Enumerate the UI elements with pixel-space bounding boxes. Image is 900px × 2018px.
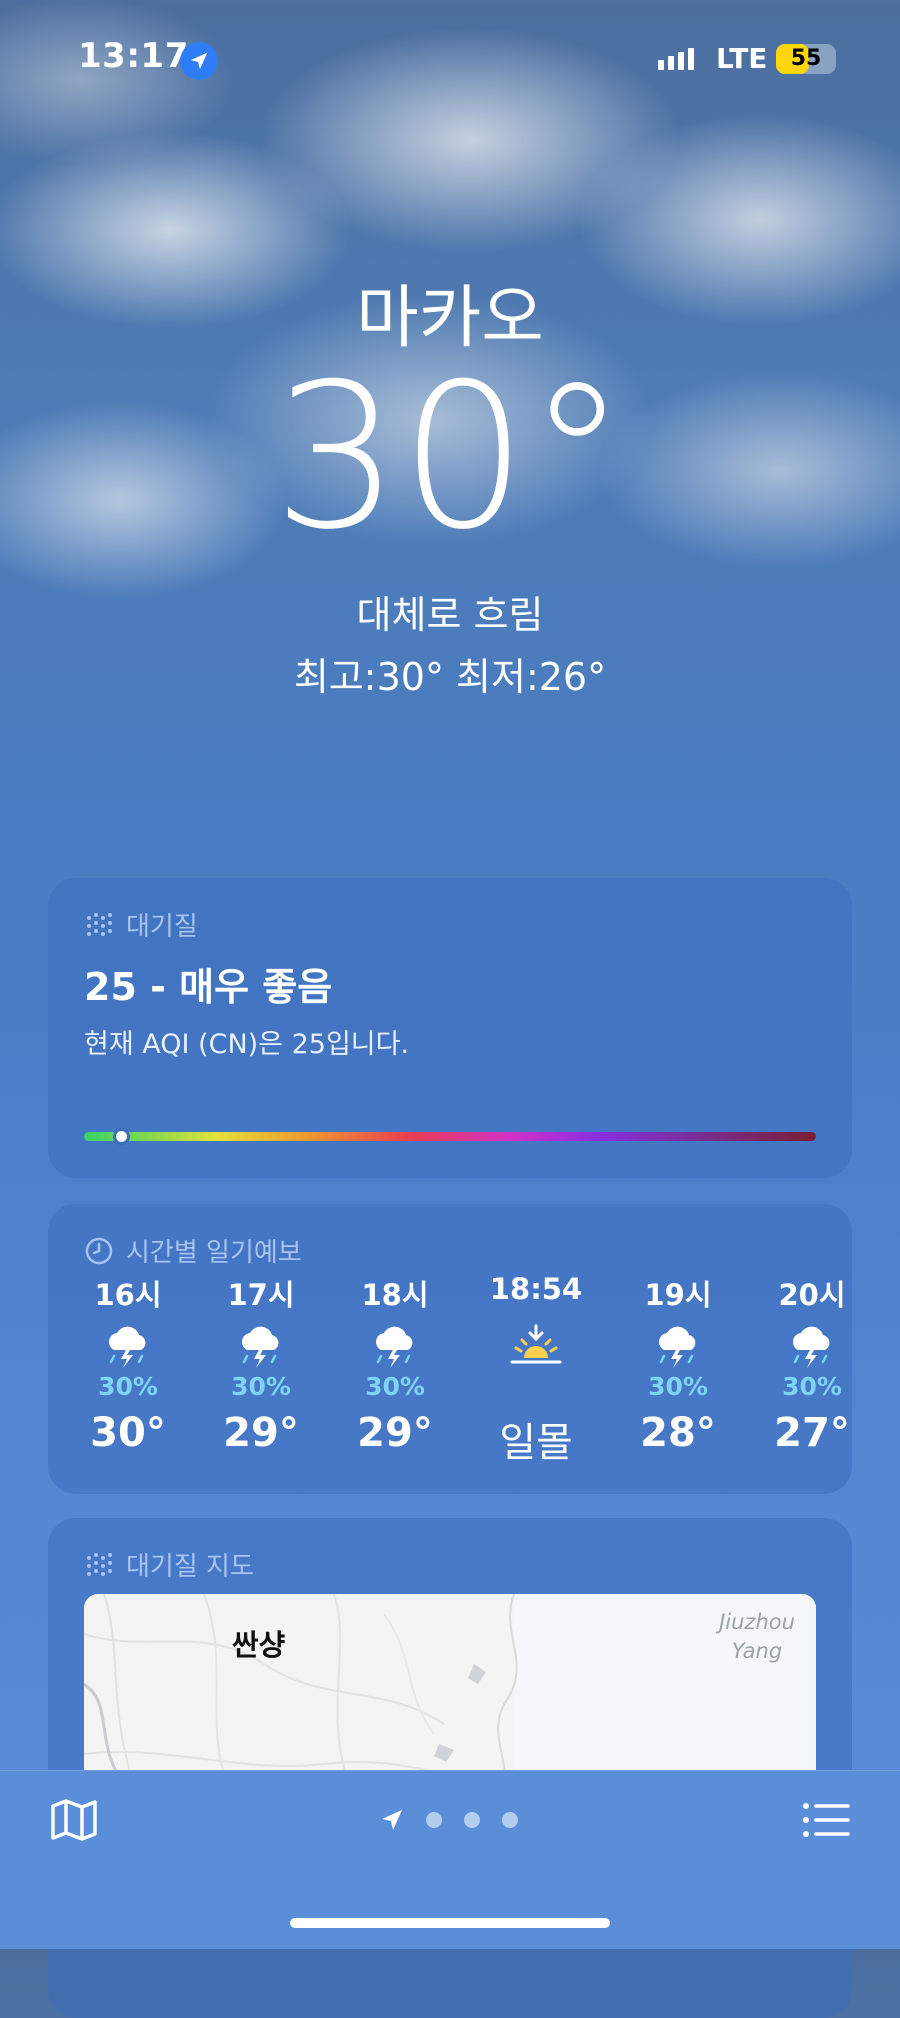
weather-condition: 대체로 흐림 [356, 593, 544, 637]
sunset-icon [476, 1320, 596, 1372]
hour-temperature: 29° [357, 1410, 433, 1456]
aqi-scale-indicator [112, 1128, 130, 1145]
air-quality-header: 대기질 [84, 906, 198, 943]
aqi-scale-bar [84, 1128, 816, 1145]
precipitation-chance [476, 1372, 596, 1406]
current-location-page-icon[interactable] [380, 1808, 404, 1836]
thunderstorm-icon [335, 1320, 455, 1372]
precipitation-chance: 30% [782, 1372, 842, 1401]
precipitation-chance: 30% [98, 1372, 158, 1401]
cellular-signal-icon [658, 48, 694, 70]
page-dot[interactable] [464, 1812, 480, 1828]
hour-temperature: 28° [640, 1410, 716, 1456]
battery-icon: 55 [776, 44, 836, 74]
air-quality-header-label: 대기질 [126, 912, 198, 942]
status-time: 13:17 [78, 36, 189, 76]
map-icon[interactable] [50, 1798, 98, 1846]
hour-temperature: 일몰 [499, 1420, 573, 1466]
hour-time: 20시 [778, 1278, 846, 1312]
precipitation-chance: 30% [648, 1372, 708, 1401]
map-water-label-line2: Yang [731, 1639, 783, 1663]
thunderstorm-icon [752, 1320, 872, 1372]
thunderstorm-icon [618, 1320, 738, 1372]
hourly-item: 20시 30% 27° [752, 1272, 872, 1456]
hour-time: 19시 [644, 1278, 712, 1312]
hourly-forecast-header: 시간별 일기예보 [84, 1232, 302, 1269]
page-dot[interactable] [502, 1812, 518, 1828]
hourly-item: 16시 30% 30° [68, 1272, 188, 1456]
hour-temperature: 30° [90, 1410, 166, 1456]
air-quality-icon [87, 912, 112, 936]
high-low-temperature: 최고:30° 최저:26° [293, 655, 607, 699]
precipitation-chance: 30% [365, 1372, 425, 1401]
map-place-label: 싼샹 [232, 1628, 286, 1662]
hour-temperature: 27° [774, 1410, 850, 1456]
thunderstorm-icon [201, 1320, 321, 1372]
map-water-label: Jiuzhou Yang [702, 1608, 812, 1666]
battery-level: 55 [790, 46, 822, 71]
aqi-description: 현재 AQI (CN)은 25입니다. [84, 1029, 410, 1060]
network-type: LTE [716, 42, 768, 75]
hour-time: 16시 [94, 1278, 162, 1312]
hour-temperature: 29° [223, 1410, 299, 1456]
hour-time: 17시 [227, 1278, 295, 1312]
air-quality-map-header-label: 대기질 지도 [126, 1552, 254, 1582]
hour-time: 18:54 [489, 1272, 583, 1306]
map-water-label-line1: Jiuzhou [719, 1610, 795, 1634]
hourly-forecast-header-label: 시간별 일기예보 [126, 1238, 302, 1268]
hourly-item: 17시 30% 29° [201, 1272, 321, 1456]
current-temperature: 30° [272, 341, 628, 574]
precipitation-chance: 30% [231, 1372, 291, 1401]
location-arrow-icon [180, 42, 218, 80]
air-quality-icon [87, 1552, 112, 1576]
page-dot[interactable] [426, 1812, 442, 1828]
hourly-item: 18시 30% 29° [335, 1272, 455, 1456]
hourly-item-sunset: 18:54 일몰 [476, 1272, 596, 1468]
hourly-item: 19시 30% 28° [618, 1272, 738, 1456]
clock-icon [85, 1237, 113, 1264]
aqi-value: 25 - 매우 좋음 [84, 965, 333, 1009]
thunderstorm-icon [68, 1320, 188, 1372]
hour-time: 18시 [361, 1278, 429, 1312]
air-quality-map-header: 대기질 지도 [84, 1546, 254, 1583]
home-indicator[interactable] [290, 1918, 610, 1928]
list-icon[interactable] [802, 1800, 850, 1844]
